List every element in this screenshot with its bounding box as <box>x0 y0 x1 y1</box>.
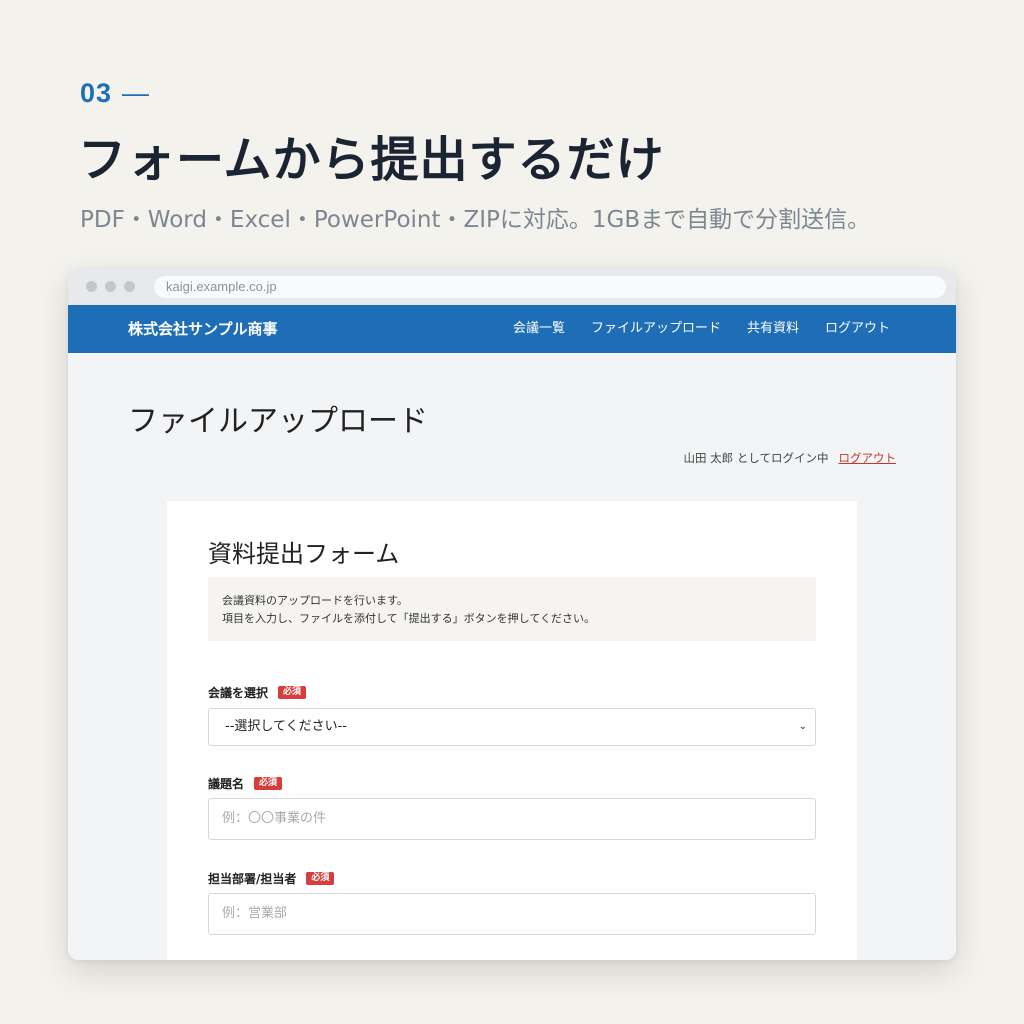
browser-window: kaigi.example.co.jp 株式会社サンプル商事 会議一覧 ファイル… <box>68 268 956 960</box>
site-header: 株式会社サンプル商事 会議一覧 ファイルアップロード 共有資料 ログアウト <box>68 305 956 353</box>
login-status: 山田 太郎 としてログイン中 <box>683 451 829 465</box>
subject-label: 議題名 <box>208 777 245 791</box>
required-badge: 必須 <box>306 872 335 885</box>
step-dash: — <box>122 78 151 108</box>
required-badge: 必須 <box>278 686 307 699</box>
step-number: 03 <box>80 78 113 108</box>
notice-box: 会議資料のアップロードを行います。 項目を入力し、ファイルを添付して「提出する」… <box>208 577 816 641</box>
window-controls <box>86 281 135 292</box>
dept-field-label: 担当部署/担当者 必須 <box>208 870 335 887</box>
nav-shared-docs[interactable]: 共有資料 <box>747 305 799 353</box>
address-bar[interactable]: kaigi.example.co.jp <box>154 276 946 298</box>
step-label: 03 — <box>80 78 150 109</box>
subject-field-label: 議題名 必須 <box>208 775 283 792</box>
dept-input[interactable]: 例：営業部 <box>208 893 816 935</box>
form-title: 資料提出フォーム <box>208 540 400 568</box>
dept-label: 担当部署/担当者 <box>208 872 297 886</box>
browser-chrome: kaigi.example.co.jp <box>68 268 956 305</box>
meeting-field-label: 会議を選択 必須 <box>208 684 307 701</box>
chevron-down-icon: ⌄ <box>798 721 807 732</box>
nav-file-upload[interactable]: ファイルアップロード <box>591 305 721 353</box>
meeting-select[interactable]: --選択してください-- ⌄ <box>208 708 816 746</box>
window-dot-icon[interactable] <box>86 281 97 292</box>
dept-placeholder: 例：営業部 <box>222 906 288 921</box>
brand-name[interactable]: 株式会社サンプル商事 <box>128 305 278 353</box>
logout-link[interactable]: ログアウト <box>839 451 897 465</box>
nav-logout[interactable]: ログアウト <box>825 305 890 353</box>
page-title: ファイルアップロード <box>128 404 428 439</box>
subject-placeholder: 例：〇〇事業の件 <box>222 811 327 826</box>
main-nav: 会議一覧 ファイルアップロード 共有資料 ログアウト <box>513 305 890 353</box>
nav-meetings[interactable]: 会議一覧 <box>513 305 565 353</box>
notice-line: 項目を入力し、ファイルを添付して「提出する」ボタンを押してください。 <box>222 612 596 625</box>
required-badge: 必須 <box>254 777 283 790</box>
meeting-label: 会議を選択 <box>208 686 269 700</box>
form-card: 資料提出フォーム 会議資料のアップロードを行います。 項目を入力し、ファイルを添… <box>167 501 857 960</box>
subline: PDF・Word・Excel・PowerPoint・ZIPに対応。1GBまで自動… <box>80 207 871 233</box>
subject-input[interactable]: 例：〇〇事業の件 <box>208 798 816 840</box>
meeting-select-value: --選択してください-- <box>225 719 347 734</box>
login-status-row: 山田 太郎 としてログイン中 ログアウト <box>684 450 896 466</box>
window-dot-icon[interactable] <box>105 281 116 292</box>
notice-line: 会議資料のアップロードを行います。 <box>222 594 408 607</box>
headline: フォームから提出するだけ <box>78 132 665 188</box>
window-dot-icon[interactable] <box>124 281 135 292</box>
